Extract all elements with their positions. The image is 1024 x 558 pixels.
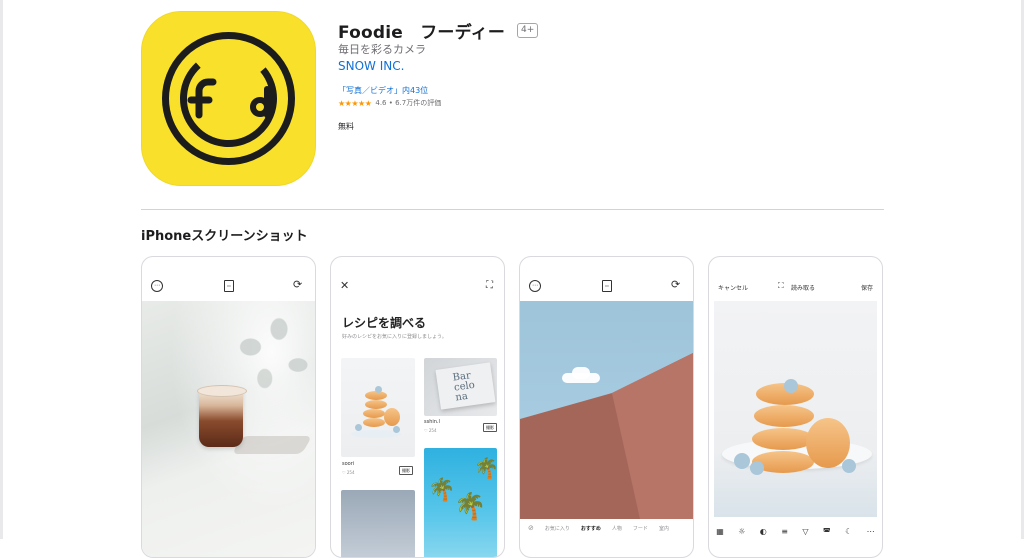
recipe-top-bar: ✕ ⛶ (331, 257, 504, 301)
edit-top-bar: キャンセル ⛶ 読み取る 保存 (709, 257, 882, 301)
recipe-title: レシピを調べる (342, 316, 427, 330)
coffee-glass (197, 385, 247, 447)
palm-tree: 🌴 (428, 478, 456, 503)
screenshot-2[interactable]: ✕ ⛶ レシピを調べる 好みのレシピをお気に入りに登録しましょう。 soori … (330, 256, 505, 558)
donut-photo (714, 301, 877, 517)
app-icon (141, 11, 316, 186)
candy-ball (355, 424, 362, 431)
post-username: soori (342, 461, 355, 467)
screenshots-section-title: iPhoneスクリーンショット (141, 229, 308, 244)
donut (363, 418, 385, 427)
cancel-button[interactable]: キャンセル (718, 283, 748, 292)
book-title-text: Bar celo na (452, 370, 476, 404)
window-edge-left (0, 0, 3, 539)
developer-link[interactable]: SNOW INC. (338, 59, 404, 73)
switch-camera-icon: ⟳ (671, 278, 681, 291)
palm-sky-tile: 🌴 🌴 🌴 (424, 448, 497, 557)
filter-tab[interactable]: 人物 (612, 525, 622, 532)
rating-row: ★★★★★ 4.6 • 6.7万件の評価 (338, 98, 441, 108)
camera-top-bar: ⋯ ▭ ⟳ (520, 257, 693, 301)
book-cover: Bar celo na (435, 362, 496, 410)
filter-tab[interactable]: お気に入り (545, 525, 570, 532)
scan-icon: ⛶ (778, 281, 784, 290)
age-rating-badge: 4+ (517, 23, 539, 38)
candy-ball (375, 386, 382, 393)
filter-tab[interactable]: 室内 (659, 525, 669, 532)
donut (752, 428, 814, 450)
candy-ball (842, 459, 856, 473)
screenshot-4[interactable]: キャンセル ⛶ 読み取る 保存 ▦ ☼ ◐ ≡ ▽ ◚ ☾ ⋯ (708, 256, 883, 558)
no-filter-icon[interactable]: ⊘ (528, 524, 534, 532)
coffee-photo (142, 301, 315, 557)
filter-tab-active[interactable]: おすすめ (581, 525, 601, 532)
book-tile: Bar celo na (424, 358, 497, 416)
candy-ball (393, 426, 400, 433)
rating-stars-icon: ★★★★★ (338, 98, 372, 108)
app-subtitle: 毎日を彩るカメラ (338, 43, 426, 56)
post-username: sshin.l (424, 419, 440, 425)
candy-ball (734, 453, 750, 469)
brick-wall-shape (520, 353, 693, 519)
brick-sky-photo (520, 301, 693, 519)
filter-tab[interactable]: フード (633, 525, 648, 532)
donut (363, 409, 385, 418)
shoot-button[interactable]: 撮影 (483, 423, 497, 432)
section-divider (141, 209, 884, 210)
camera-top-bar: ⋯ ▭ ⟳ (142, 257, 315, 301)
donut (754, 405, 814, 427)
donut (384, 408, 400, 426)
donut-tile (341, 358, 415, 457)
candy-ball (750, 461, 764, 475)
close-icon: ✕ (340, 279, 350, 292)
palm-tree: 🌴 (474, 456, 497, 480)
street-tile (341, 490, 415, 557)
palm-tree: 🌴 (454, 492, 487, 522)
scan-icon: ⛶ (486, 280, 493, 291)
app-title-row: Foodie フーディー 4+ (338, 18, 539, 43)
scan-button[interactable]: 読み取る (791, 283, 815, 292)
category-rank-link[interactable]: 「写真／ビデオ」内43位 (338, 85, 428, 96)
more-icon: ⋯ (529, 280, 541, 292)
app-title: Foodie フーディー (338, 23, 506, 43)
rating-text: 4.6 • 6.7万件の評価 (375, 99, 442, 107)
album-icon: ▭ (602, 280, 612, 292)
candy-ball (784, 379, 798, 393)
shoot-button[interactable]: 撮影 (399, 466, 413, 475)
screenshot-1[interactable]: ⋯ ▭ ⟳ (141, 256, 316, 558)
album-icon: ▭ (224, 280, 234, 292)
like-count: ♡ 254 (342, 470, 355, 475)
screenshot-3[interactable]: ⋯ ▭ ⟳ ⊘ お気に入り おすすめ 人物 フード 室内 (519, 256, 694, 558)
like-count: ♡ 254 (424, 428, 437, 433)
switch-camera-icon: ⟳ (293, 278, 303, 291)
filter-tabs: ⊘ お気に入り おすすめ 人物 フード 室内 (520, 519, 693, 537)
save-button[interactable]: 保存 (861, 283, 873, 292)
donut (365, 400, 387, 409)
foodie-logo-icon (162, 32, 295, 165)
glass-shadow (231, 436, 313, 454)
recipe-subtitle: 好みのレシピをお気に入りに登録しましょう。 (342, 334, 447, 340)
price-label: 無料 (338, 122, 354, 131)
more-icon: ⋯ (151, 280, 163, 292)
